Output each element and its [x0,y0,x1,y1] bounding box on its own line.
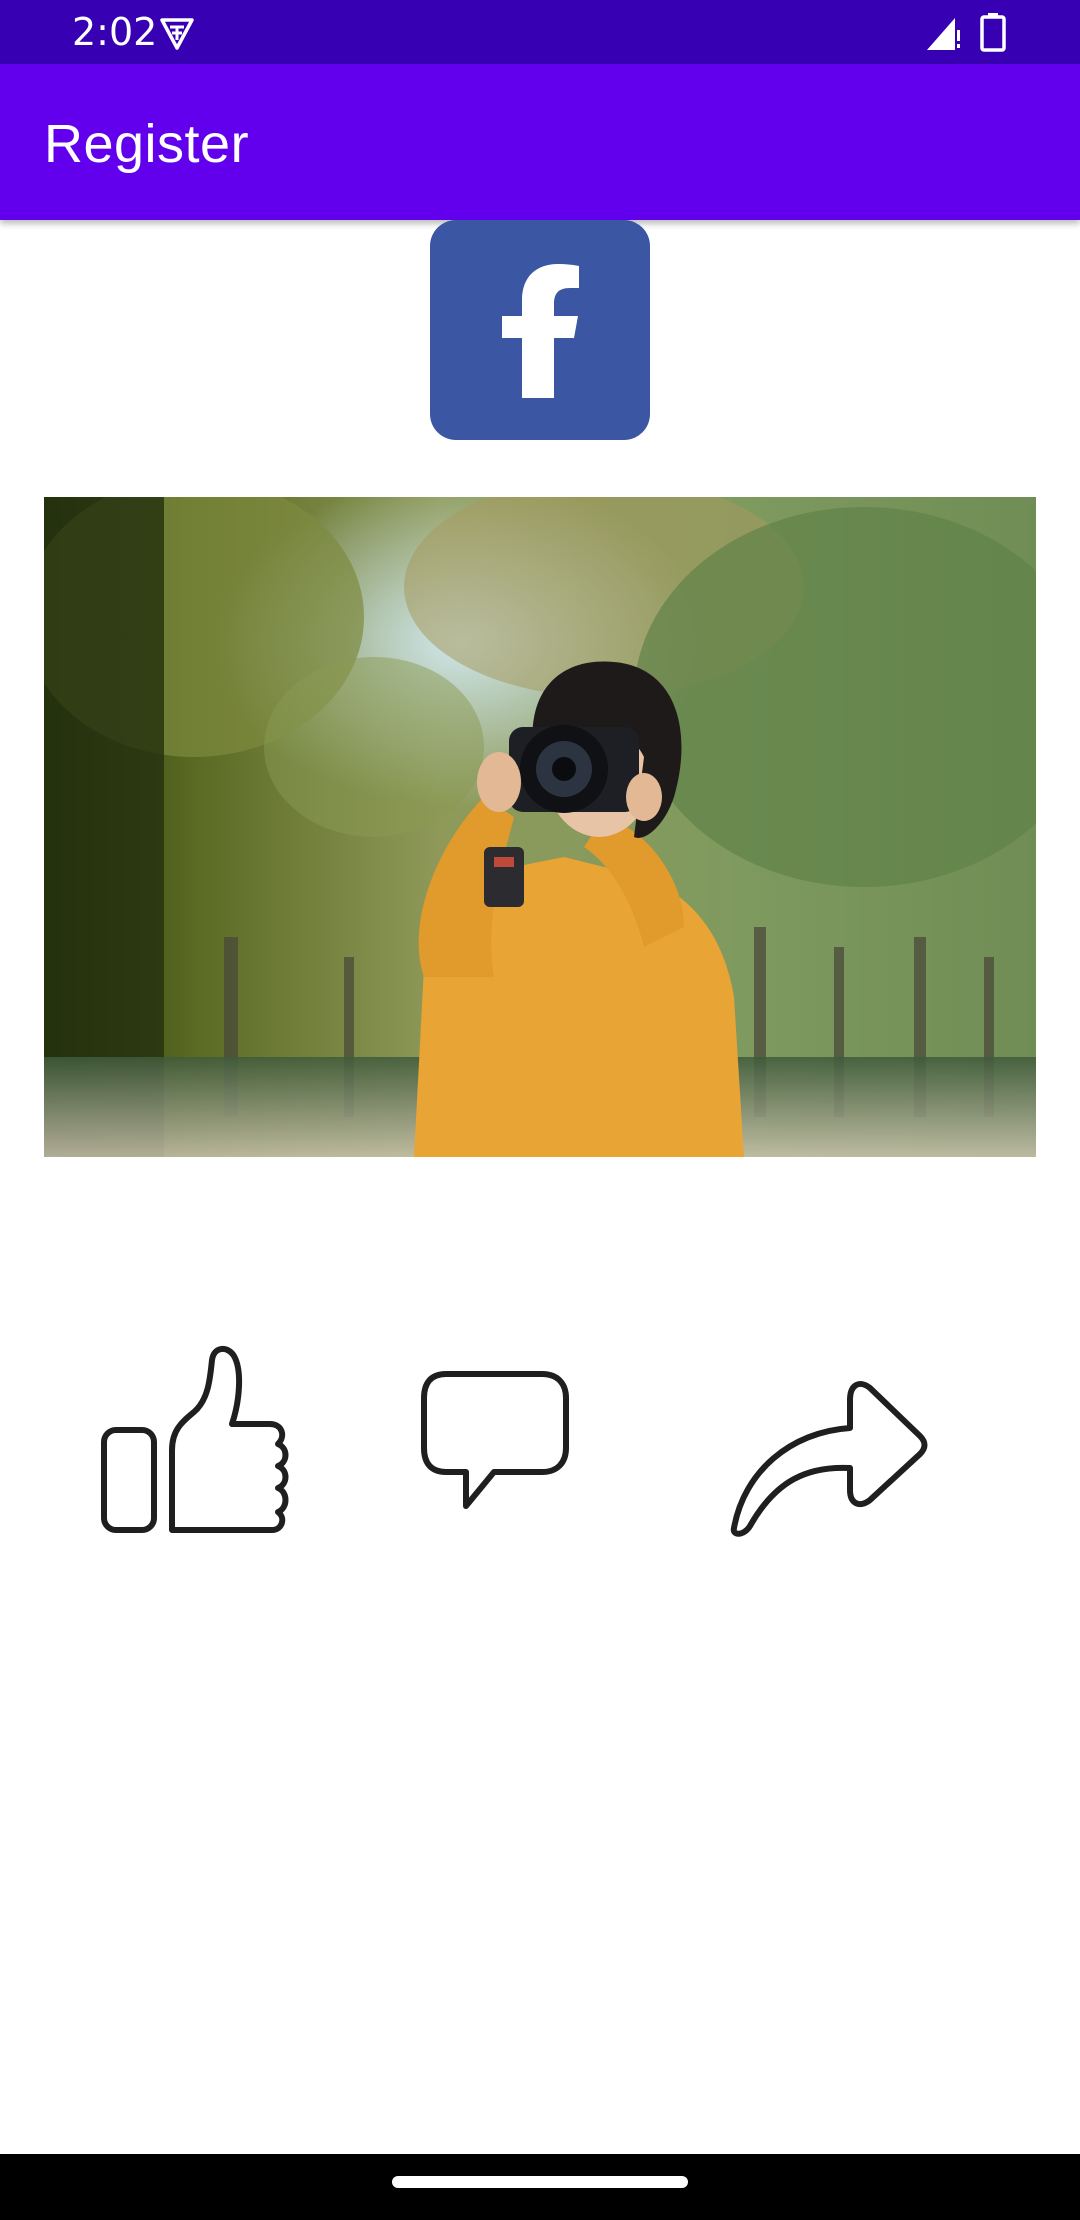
like-button[interactable] [90,1340,310,1540]
status-bar: 2:02 [0,0,1080,64]
app-bar: Register [0,64,1080,220]
comment-icon [421,1371,569,1509]
screen: 2:02 Register [0,0,1080,2220]
facebook-logo-icon [430,220,650,440]
vpn-key-icon [158,14,196,52]
home-indicator[interactable] [392,2176,688,2188]
post-photo [44,497,1036,1157]
page-title: Register [44,114,250,174]
signal-icon [925,14,963,52]
battery-icon [979,12,1007,52]
share-icon [730,1381,928,1537]
share-button[interactable] [720,1340,940,1540]
status-time: 2:02 [72,10,158,54]
comment-button[interactable] [410,1340,590,1540]
thumbs-up-icon [101,1346,289,1533]
navigation-bar [0,2154,1080,2220]
